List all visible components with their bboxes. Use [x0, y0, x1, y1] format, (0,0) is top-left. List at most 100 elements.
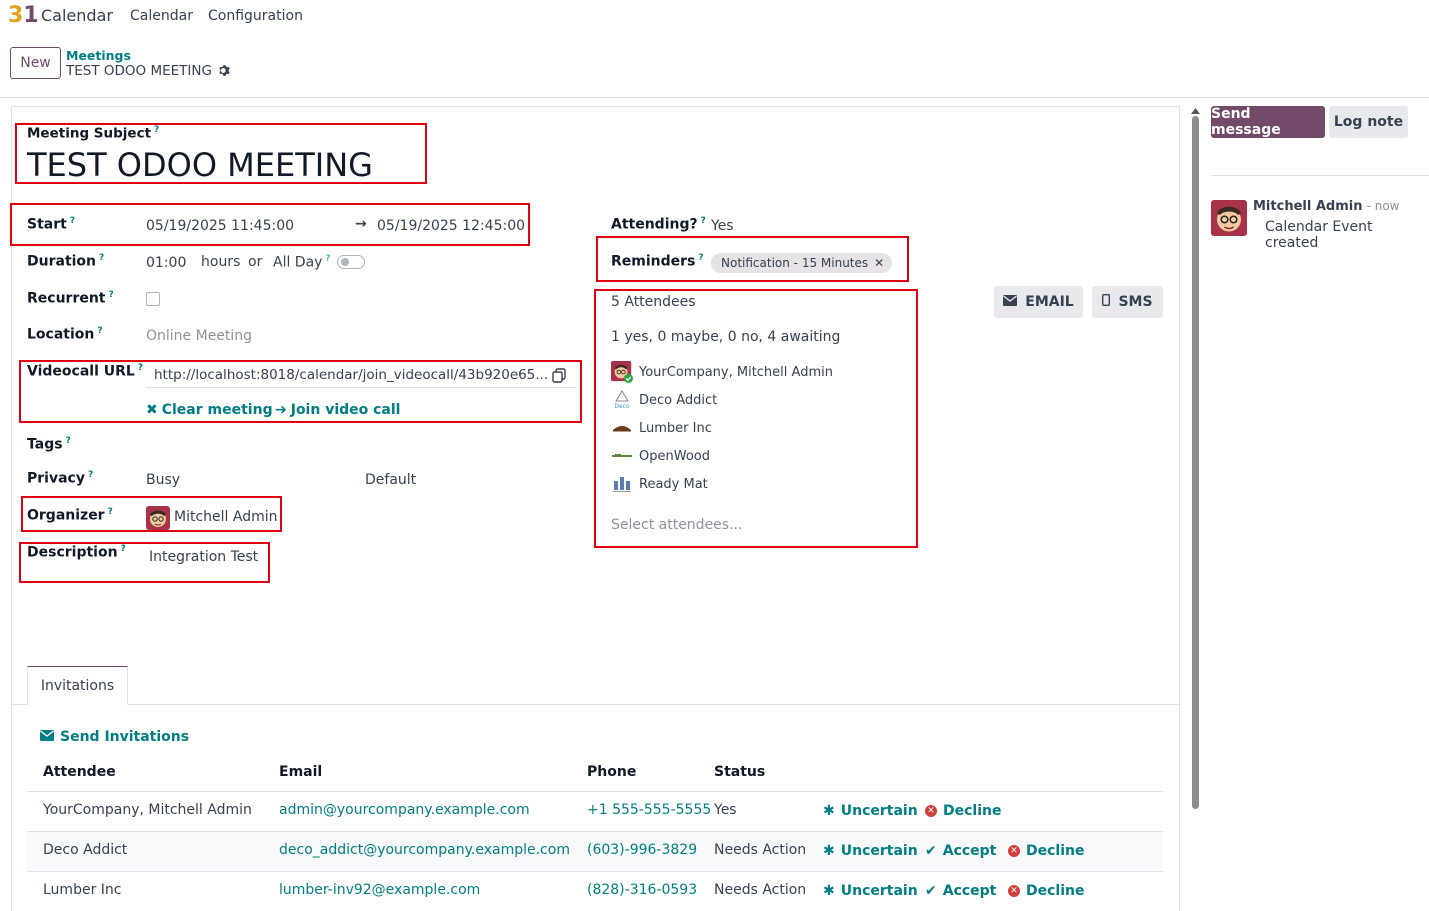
menu-configuration[interactable]: Configuration [208, 8, 303, 24]
table-cell-email[interactable]: admin@yourcompany.example.com [279, 802, 530, 818]
reminders-label: Reminders? [611, 253, 704, 270]
calendar-app-logo[interactable]: 31 [8, 3, 39, 28]
arrow-right-icon: → [355, 216, 367, 232]
table-cell-status: Yes [714, 802, 737, 818]
column-header-status[interactable]: Status [714, 764, 765, 780]
column-header-attendee[interactable]: Attendee [43, 764, 116, 780]
list-item[interactable]: Ready Mat [611, 473, 708, 495]
organizer-label: Organizer? [27, 507, 113, 524]
table-cell-status: Needs Action [714, 842, 807, 858]
column-header-phone[interactable]: Phone [587, 764, 636, 780]
table-cell-email[interactable]: lumber-inv92@example.com [279, 882, 480, 898]
close-icon[interactable]: ✕ [874, 256, 884, 270]
app-name[interactable]: Calendar [41, 6, 113, 25]
uncertain-button[interactable]: ✱ Uncertain [823, 843, 918, 859]
recurrent-label: Recurrent? [27, 290, 114, 307]
message-author[interactable]: Mitchell Admin [1253, 199, 1362, 214]
avatar[interactable] [1211, 200, 1247, 236]
table-cell-status: Needs Action [714, 882, 807, 898]
organizer-value[interactable]: Mitchell Admin [174, 509, 278, 525]
send-invitations-button[interactable]: Send Invitations [40, 729, 189, 745]
message-body: Calendar Event created [1265, 219, 1373, 251]
table-divider [27, 871, 1163, 872]
attending-select[interactable]: Yes [711, 218, 734, 234]
allday-label: All Day? [273, 254, 331, 271]
accept-button[interactable]: ✔ Accept [925, 843, 996, 859]
list-item[interactable]: Lumber Inc [611, 417, 712, 439]
tags-input[interactable] [146, 434, 576, 456]
breadcrumb-meetings[interactable]: Meetings [66, 48, 131, 63]
attendee-name: Deco Addict [639, 392, 718, 408]
attendee-name: OpenWood [639, 448, 710, 464]
or-label: or [248, 254, 263, 270]
table-cell-email[interactable]: deco_addict@yourcompany.example.com [279, 842, 570, 858]
list-item[interactable]: Deco Deco Addict [611, 389, 717, 411]
company-logo-icon [611, 473, 633, 495]
email-button[interactable]: EMAIL [994, 286, 1083, 318]
description-input[interactable]: Integration Test [149, 549, 258, 565]
breadcrumb-current: TEST ODOO MEETING [66, 63, 231, 81]
tags-label: Tags? [27, 436, 71, 453]
videocall-url-input[interactable]: http://localhost:8018/calendar/join_vide… [146, 362, 576, 388]
copy-icon[interactable] [552, 368, 566, 387]
check-icon: ✔ [925, 883, 937, 899]
start-label: Start? [27, 216, 76, 233]
times-circle-icon: ✕ [1008, 885, 1020, 897]
duration-input[interactable]: 01:00 [146, 255, 186, 271]
send-message-button[interactable]: Send message [1211, 106, 1325, 138]
column-header-email[interactable]: Email [279, 764, 322, 780]
list-item[interactable]: YourCompany, Mitchell Admin [611, 361, 833, 383]
asterisk-icon: ✱ [823, 843, 835, 859]
scrollbar-thumb[interactable] [1192, 116, 1199, 809]
subject-input[interactable]: TEST ODOO MEETING [27, 146, 373, 184]
uncertain-button[interactable]: ✱ Uncertain [823, 803, 918, 819]
allday-toggle[interactable] [337, 255, 365, 269]
show-as-select[interactable]: Busy [146, 472, 180, 488]
recurrent-checkbox[interactable] [146, 292, 160, 306]
company-logo-icon [611, 417, 633, 439]
reminder-tag[interactable]: Notification - 15 Minutes ✕ [711, 253, 893, 273]
mobile-icon [1102, 293, 1111, 310]
hours-label: hours [201, 254, 241, 270]
table-cell-phone[interactable]: +1 555-555-5555 [587, 802, 711, 818]
videocall-url-value: http://localhost:8018/calendar/join_vide… [154, 367, 549, 383]
list-item[interactable]: OpenWood [611, 445, 710, 467]
stop-date-input[interactable]: 05/19/2025 12:45:00 [377, 218, 525, 234]
attendees-count: 5 Attendees [611, 294, 696, 310]
log-note-button[interactable]: Log note [1329, 106, 1408, 138]
decline-button[interactable]: ✕ Decline [1008, 843, 1084, 859]
tabs-divider [11, 704, 1180, 705]
menu-calendar[interactable]: Calendar [130, 8, 193, 24]
sms-button[interactable]: SMS [1092, 286, 1163, 318]
tab-invitations[interactable]: Invitations [27, 666, 128, 705]
gear-icon[interactable] [218, 64, 231, 81]
location-input[interactable]: Online Meeting [146, 328, 252, 344]
attendee-name: Lumber Inc [639, 420, 712, 436]
subject-label: Meeting Subject? [27, 125, 160, 142]
top-navbar: 31 Calendar Calendar Configuration [0, 0, 1429, 32]
envelope-icon [40, 729, 54, 745]
privacy-select[interactable]: Default [365, 472, 416, 488]
company-logo-icon [611, 445, 633, 467]
join-video-call-link[interactable]: ➔ Join video call [275, 402, 400, 418]
attendee-name: YourCompany, Mitchell Admin [639, 364, 833, 380]
new-button[interactable]: New [10, 47, 61, 79]
times-circle-icon: ✕ [1008, 845, 1020, 857]
asterisk-icon: ✱ [823, 883, 835, 899]
times-icon: ✖ [146, 402, 158, 418]
start-date-input[interactable]: 05/19/2025 11:45:00 [146, 218, 294, 234]
decline-button[interactable]: ✕ Decline [1008, 883, 1084, 899]
decline-button[interactable]: ✕ Decline [925, 803, 1001, 819]
avatar [146, 506, 170, 530]
svg-text:Deco: Deco [614, 403, 630, 410]
table-cell-phone[interactable]: (828)-316-0593 [587, 882, 697, 898]
table-cell-phone[interactable]: (603)-996-3829 [587, 842, 697, 858]
reminder-tag-label: Notification - 15 Minutes [721, 256, 869, 270]
attendees-summary: 1 yes, 0 maybe, 0 no, 4 awaiting [611, 329, 841, 345]
clear-meeting-link[interactable]: ✖ Clear meeting [146, 402, 273, 418]
select-attendees-input[interactable]: Select attendees... [611, 517, 742, 533]
attendee-name: Ready Mat [639, 476, 708, 492]
accept-button[interactable]: ✔ Accept [925, 883, 996, 899]
asterisk-icon: ✱ [823, 803, 835, 819]
uncertain-button[interactable]: ✱ Uncertain [823, 883, 918, 899]
